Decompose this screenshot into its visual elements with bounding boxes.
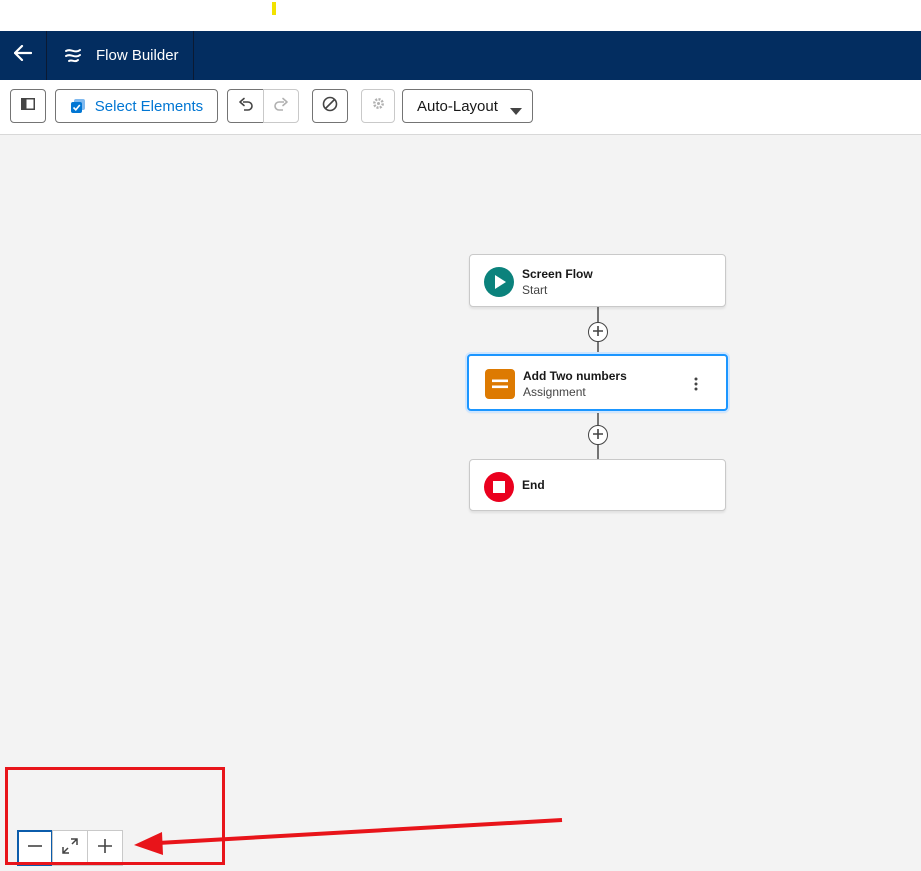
flow-canvas[interactable]: [0, 135, 921, 871]
select-elements-button[interactable]: Select Elements: [55, 89, 218, 123]
assignment-node-title: Add Two numbers: [523, 369, 627, 383]
flow-icon: [63, 45, 85, 67]
stop-icon: [484, 472, 514, 502]
zoom-in-button[interactable]: [87, 830, 123, 866]
plus-icon: [593, 323, 603, 341]
undo-icon: [238, 96, 254, 117]
browser-top-strip: [0, 0, 921, 31]
gear-icon: [371, 96, 386, 116]
zoom-controls: [17, 830, 123, 866]
layout-select-value: Auto-Layout: [417, 97, 498, 115]
undo-button[interactable]: [227, 89, 264, 123]
panel-toggle-icon: [21, 97, 35, 115]
assignment-icon: [485, 369, 515, 399]
add-element-button[interactable]: [588, 322, 608, 342]
assignment-node-subtitle: Assignment: [523, 385, 586, 399]
cancel-action-button[interactable]: [312, 89, 348, 123]
end-node[interactable]: End: [469, 459, 726, 511]
start-node-title: Screen Flow: [522, 267, 593, 281]
assignment-node[interactable]: Add Two numbers Assignment: [467, 354, 728, 411]
app-title-area: Flow Builder: [47, 31, 194, 80]
back-button[interactable]: [0, 31, 47, 80]
toolbar: Select Elements Auto-Layout: [0, 80, 921, 135]
multi-select-icon: [70, 98, 86, 114]
start-node-subtitle: Start: [522, 283, 548, 297]
start-node[interactable]: Screen Flow Start: [469, 254, 726, 307]
layout-select[interactable]: Auto-Layout: [402, 89, 533, 123]
zoom-out-button[interactable]: [17, 830, 53, 866]
redo-button[interactable]: [263, 89, 299, 123]
app-header: Flow Builder: [0, 31, 921, 80]
minus-icon: [27, 838, 43, 859]
add-element-button[interactable]: [588, 425, 608, 445]
play-icon: [484, 267, 514, 297]
plus-icon: [97, 838, 113, 859]
redo-icon: [273, 96, 289, 117]
fit-view-button[interactable]: [52, 830, 88, 866]
ban-icon: [322, 96, 338, 117]
expand-icon: [62, 837, 78, 859]
highlight-mark: [272, 2, 276, 15]
settings-button[interactable]: [361, 89, 395, 123]
more-actions-icon[interactable]: [694, 377, 698, 396]
chevron-down-icon: [510, 103, 522, 121]
end-node-title: End: [522, 478, 545, 492]
arrow-left-icon: [13, 44, 33, 66]
select-elements-label: Select Elements: [94, 97, 204, 115]
plus-icon: [593, 426, 603, 444]
toggle-panel-button[interactable]: [10, 89, 46, 123]
app-title: Flow Builder: [96, 47, 179, 64]
